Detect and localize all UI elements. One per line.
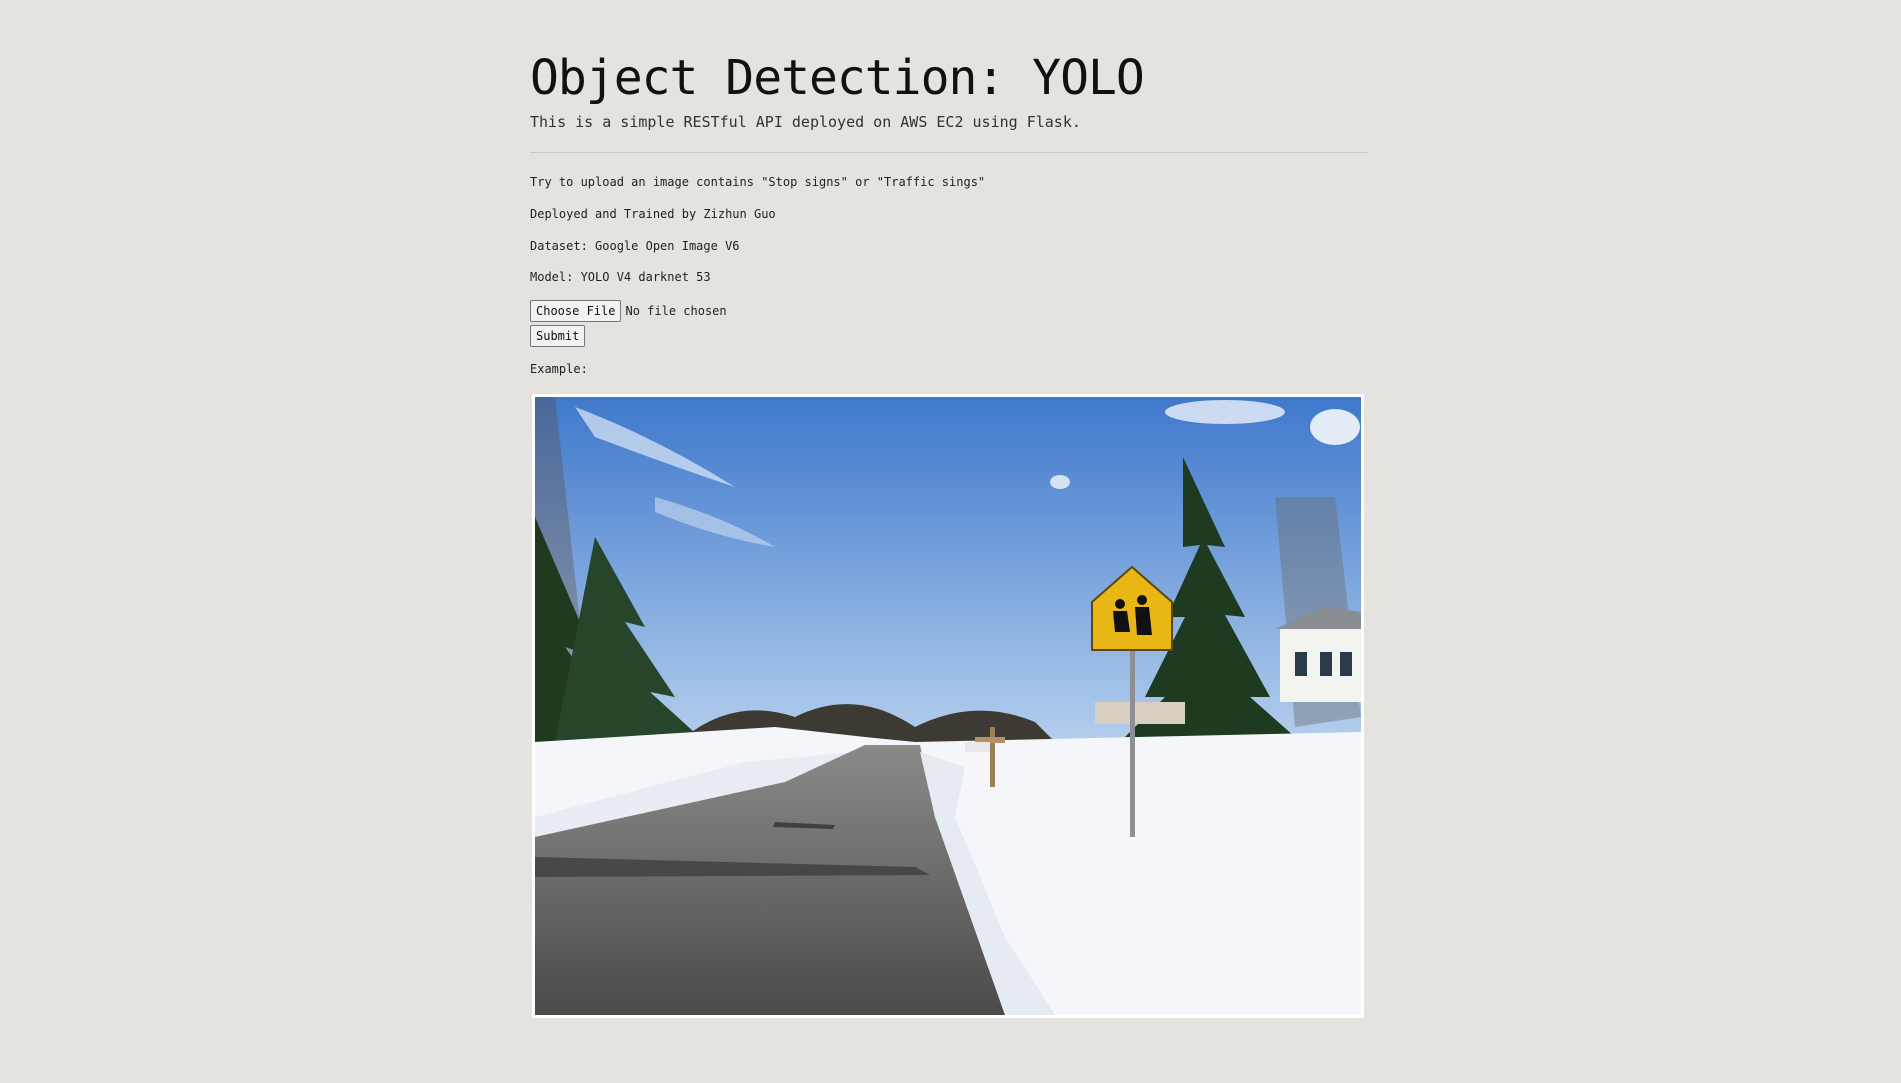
file-status: No file chosen <box>625 304 727 318</box>
page-title: Object Detection: YOLO <box>530 50 1145 106</box>
dataset-info: Dataset: Google Open Image V6 <box>530 239 740 253</box>
model-info: Model: YOLO V4 darknet 53 <box>530 270 711 284</box>
example-label: Example: <box>530 362 588 376</box>
author-credit: Deployed and Trained by Zizhun Guo <box>530 207 776 221</box>
page-subtitle: This is a simple RESTful API deployed on… <box>530 113 1081 131</box>
divider <box>530 152 1368 153</box>
example-image <box>532 394 1364 1018</box>
upload-hint: Try to upload an image contains "Stop si… <box>530 175 986 189</box>
example-photo <box>535 397 1361 1015</box>
choose-file-button[interactable]: Choose File <box>530 300 622 322</box>
file-input[interactable]: Choose File No file chosen <box>530 300 727 322</box>
submit-button[interactable]: Submit <box>530 325 586 347</box>
